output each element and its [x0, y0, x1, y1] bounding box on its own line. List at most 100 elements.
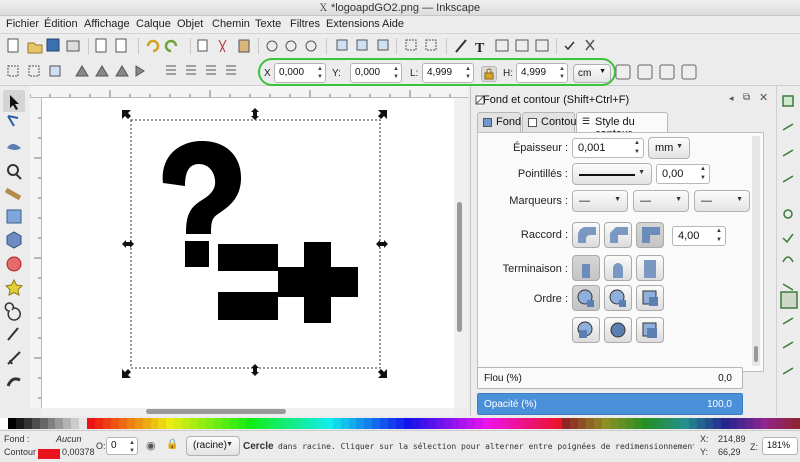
- palette-swatch[interactable]: [174, 418, 183, 429]
- palette-swatch[interactable]: [0, 418, 8, 429]
- palette-swatch[interactable]: [7, 418, 16, 429]
- palette-swatch[interactable]: [277, 418, 286, 429]
- palette-swatch[interactable]: [47, 418, 56, 429]
- palette-swatch[interactable]: [427, 418, 436, 429]
- palette-swatch[interactable]: [514, 418, 523, 429]
- palette-swatch[interactable]: [324, 418, 333, 429]
- palette-swatch[interactable]: [681, 418, 690, 429]
- palette-swatch[interactable]: [134, 418, 143, 429]
- marker-end-select[interactable]: — ▼: [694, 190, 750, 212]
- marker-start-select[interactable]: — ▼: [572, 190, 628, 212]
- palette-swatch[interactable]: [102, 418, 111, 429]
- menu-aide[interactable]: Aide: [382, 18, 404, 30]
- order-markers-stroke-fill-button[interactable]: [636, 317, 664, 343]
- palette-swatch[interactable]: [768, 418, 777, 429]
- vertical-scrollbar[interactable]: [454, 98, 468, 408]
- palette-swatch[interactable]: [483, 418, 492, 429]
- palette-swatch[interactable]: [404, 418, 412, 429]
- palette-swatch[interactable]: [443, 418, 452, 429]
- palette-swatch[interactable]: [110, 418, 119, 429]
- palette-swatch[interactable]: [198, 418, 206, 429]
- palette-swatch[interactable]: [285, 418, 294, 429]
- miter-limit-input[interactable]: 4,00 ▲ ▼: [672, 226, 726, 246]
- tab-fond[interactable]: Fond: [477, 112, 521, 132]
- palette-swatch[interactable]: [190, 418, 199, 429]
- order-fill-stroke-markers-button[interactable]: [572, 285, 600, 311]
- palette-swatch[interactable]: [784, 418, 793, 429]
- palette-swatch[interactable]: [166, 418, 175, 429]
- panel-scrollbar[interactable]: [752, 136, 760, 366]
- palette-swatch[interactable]: [697, 418, 706, 429]
- palette-swatch[interactable]: [459, 418, 468, 429]
- menu-edition[interactable]: Édition: [44, 18, 78, 30]
- dash-pattern-select[interactable]: ▼: [572, 163, 652, 185]
- panel-menu-icon[interactable]: ◂: [729, 93, 734, 104]
- palette-swatch[interactable]: [728, 418, 737, 429]
- palette-swatch[interactable]: [712, 418, 721, 429]
- epaisseur-unit-select[interactable]: mm ▼: [648, 137, 690, 159]
- palette-swatch[interactable]: [55, 418, 64, 429]
- epaisseur-stepper[interactable]: ▲ ▼: [634, 139, 640, 157]
- palette-swatch[interactable]: [126, 418, 135, 429]
- palette-swatch[interactable]: [95, 418, 103, 429]
- menu-texte[interactable]: Texte: [255, 18, 281, 30]
- join-miter-active-button[interactable]: [636, 222, 664, 248]
- order-markers-fill-stroke-button[interactable]: [572, 317, 600, 343]
- tab-style-contour[interactable]: ☰Style du contour: [576, 112, 668, 140]
- palette-swatch[interactable]: [213, 418, 222, 429]
- palette-swatch[interactable]: [39, 418, 48, 429]
- palette-swatch[interactable]: [736, 418, 745, 429]
- palette-swatch[interactable]: [205, 418, 214, 429]
- palette-swatch[interactable]: [221, 418, 230, 429]
- palette-swatch[interactable]: [705, 418, 713, 429]
- palette-swatch[interactable]: [507, 418, 515, 429]
- panel-scroll-thumb[interactable]: [754, 346, 758, 362]
- palette-swatch[interactable]: [87, 418, 96, 429]
- palette-swatch[interactable]: [625, 418, 634, 429]
- palette-swatch[interactable]: [522, 418, 531, 429]
- palette-swatch[interactable]: [609, 418, 618, 429]
- horizontal-scrollbar[interactable]: [42, 408, 454, 416]
- menu-objet[interactable]: Objet: [177, 18, 203, 30]
- palette-swatch[interactable]: [388, 418, 397, 429]
- palette-swatch[interactable]: [293, 418, 302, 429]
- palette-swatch[interactable]: [356, 418, 365, 429]
- palette-swatch[interactable]: [792, 418, 800, 429]
- palette-swatch[interactable]: [245, 418, 254, 429]
- blur-slider[interactable]: Flou (%) 0,0: [477, 367, 743, 389]
- palette-swatch[interactable]: [237, 418, 246, 429]
- palette-swatch[interactable]: [182, 418, 191, 429]
- palette-swatch[interactable]: [776, 418, 785, 429]
- palette-swatch[interactable]: [411, 418, 420, 429]
- palette-swatch[interactable]: [269, 418, 278, 429]
- palette-swatch[interactable]: [570, 418, 579, 429]
- palette-swatch[interactable]: [435, 418, 444, 429]
- palette-swatch[interactable]: [475, 418, 484, 429]
- opacity-spin[interactable]: 0 ▲ ▼: [106, 437, 138, 455]
- epaisseur-input[interactable]: 0,001 ▲ ▼: [572, 138, 644, 158]
- palette-swatch[interactable]: [499, 418, 507, 429]
- stroke-color-swatch[interactable]: [38, 449, 60, 459]
- palette-swatch[interactable]: [451, 418, 460, 429]
- dash-offset-input[interactable]: 0,00 ▲ ▼: [656, 164, 710, 184]
- menu-affichage[interactable]: Affichage: [84, 18, 130, 30]
- palette-swatch[interactable]: [562, 418, 571, 429]
- palette-swatch[interactable]: [332, 418, 341, 429]
- palette-swatch[interactable]: [396, 418, 405, 429]
- miter-limit-stepper[interactable]: ▲ ▼: [716, 227, 722, 245]
- palette-swatch[interactable]: [673, 418, 682, 429]
- palette-swatch[interactable]: [491, 418, 500, 429]
- palette-swatch[interactable]: [744, 418, 753, 429]
- palette-swatch[interactable]: [752, 418, 761, 429]
- horizontal-scroll-thumb[interactable]: [146, 409, 286, 414]
- palette-swatch[interactable]: [308, 418, 317, 429]
- zoom-input[interactable]: 181%: [762, 437, 798, 455]
- palette-swatch[interactable]: [301, 418, 309, 429]
- palette-swatch[interactable]: [720, 418, 729, 429]
- palette-swatch[interactable]: [633, 418, 642, 429]
- palette-swatch[interactable]: [760, 418, 769, 429]
- menu-filtres[interactable]: Filtres: [290, 18, 320, 30]
- palette-swatch[interactable]: [79, 418, 88, 429]
- palette-swatch[interactable]: [578, 418, 587, 429]
- palette-swatch[interactable]: [467, 418, 476, 429]
